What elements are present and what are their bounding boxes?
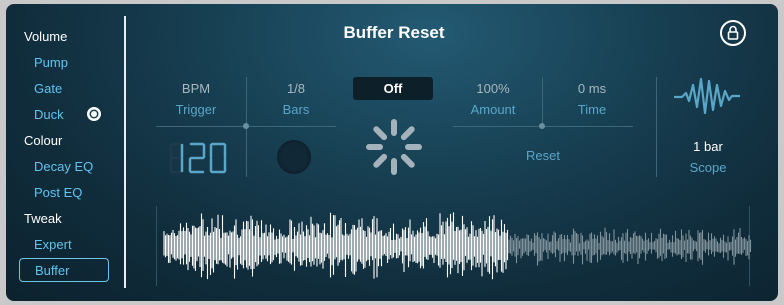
sidebar-header-volume: Volume xyxy=(24,29,68,44)
sidebar: Volume Pump Gate Duck Colour Decay EQ Po… xyxy=(6,4,124,301)
sidebar-item-pump[interactable]: Pump xyxy=(34,54,68,72)
time-value[interactable]: 0 ms xyxy=(552,81,632,96)
time-label: Time xyxy=(577,102,607,117)
lock-icon[interactable] xyxy=(720,20,746,46)
bpm-display xyxy=(169,141,229,175)
duck-radio-icon[interactable] xyxy=(87,107,101,121)
right-param-node xyxy=(539,123,545,129)
sidebar-item-decay-eq[interactable]: Decay EQ xyxy=(34,158,93,176)
audio-waveform xyxy=(163,212,752,280)
sidebar-item-duck[interactable]: Duck xyxy=(34,106,64,124)
amount-label: Amount xyxy=(470,102,516,117)
reset-button[interactable]: Reset xyxy=(503,148,583,163)
trigger-label: Trigger xyxy=(175,102,217,117)
scope-label: Scope xyxy=(689,160,727,175)
sidebar-header-tweak: Tweak xyxy=(24,211,62,226)
sidebar-item-post-eq[interactable]: Post EQ xyxy=(34,184,82,202)
waveform-icon xyxy=(674,77,740,115)
amount-value[interactable]: 100% xyxy=(453,81,533,96)
scope-value[interactable]: 1 bar xyxy=(668,139,748,154)
window-title: Buffer Reset xyxy=(343,23,445,42)
loading-spinner-icon xyxy=(366,119,422,175)
sidebar-item-gate[interactable]: Gate xyxy=(34,80,62,98)
left-param-node xyxy=(243,123,249,129)
sidebar-header-colour: Colour xyxy=(24,133,63,148)
plugin-window: Volume Pump Gate Duck Colour Decay EQ Po… xyxy=(6,4,778,301)
waveform-played xyxy=(163,212,509,280)
waveform-unplayed xyxy=(508,227,752,266)
bars-value[interactable]: 1/8 xyxy=(256,81,336,96)
sidebar-item-expert[interactable]: Expert xyxy=(34,236,72,254)
bars-label: Bars xyxy=(282,102,310,117)
off-toggle-button[interactable]: Off xyxy=(353,77,433,100)
bars-knob[interactable] xyxy=(277,140,311,174)
amount-time-divider xyxy=(542,77,543,127)
sidebar-item-buffer[interactable]: Buffer xyxy=(19,258,109,282)
sidebar-divider xyxy=(124,16,126,288)
trigger-value[interactable]: BPM xyxy=(156,81,236,96)
scope-divider xyxy=(656,77,657,177)
